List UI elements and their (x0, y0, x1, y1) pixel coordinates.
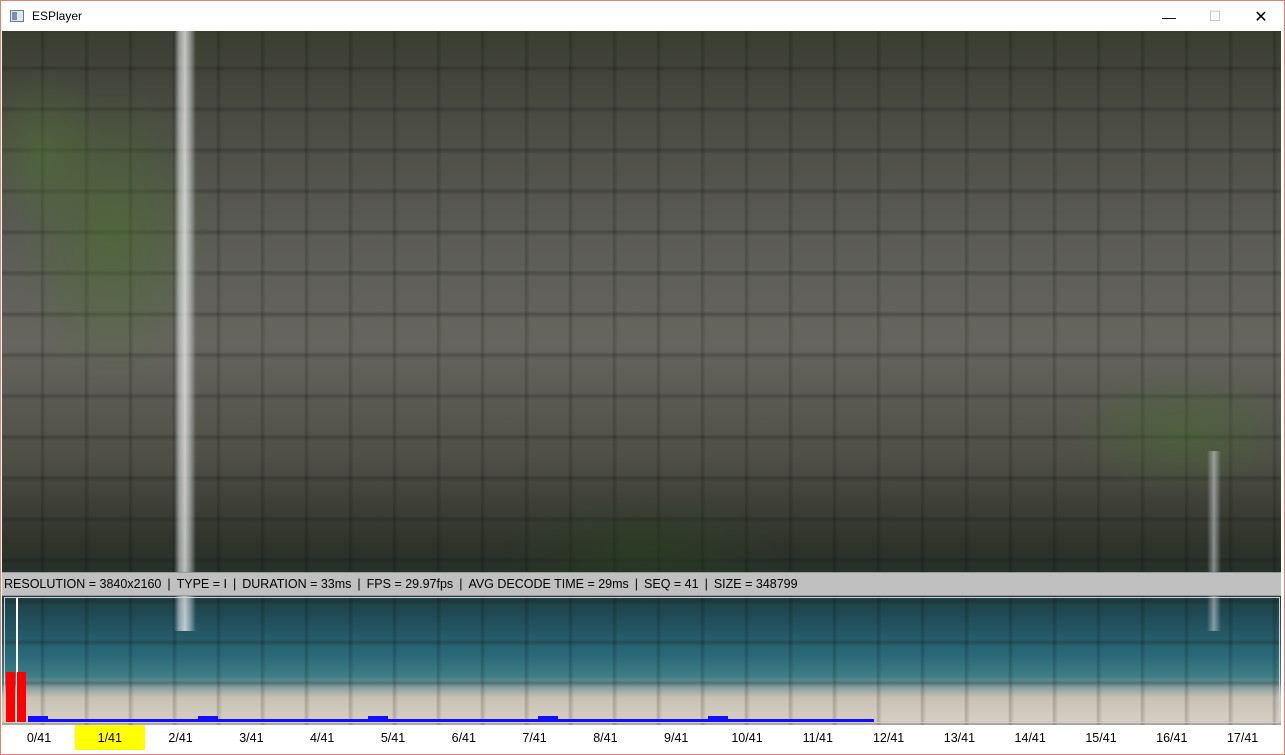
frame-size-graph[interactable] (4, 597, 1280, 723)
p-frame-peak (708, 716, 728, 722)
timeline-label[interactable]: 17/41 (1208, 725, 1278, 750)
maximize-button[interactable]: ☐ (1192, 1, 1238, 32)
separator: | (233, 577, 237, 591)
timeline-label[interactable]: 0/41 (4, 725, 74, 750)
timeline-label[interactable]: 1/41 (74, 725, 145, 750)
separator: | (459, 577, 463, 591)
timeline-label[interactable]: 8/41 (570, 725, 640, 750)
seq-text: SEQ = 41 (644, 577, 699, 591)
resolution-text: RESOLUTION = 3840x2160 (4, 577, 162, 591)
type-text: TYPE = I (176, 577, 227, 591)
p-frame-baseline (28, 719, 874, 722)
avg-decode-text: AVG DECODE TIME = 29ms (468, 577, 629, 591)
separator: | (167, 577, 171, 591)
i-frame-bar (6, 672, 15, 722)
fps-text: FPS = 29.97fps (366, 577, 454, 591)
p-frame-peak (198, 716, 218, 722)
timeline-label[interactable]: 7/41 (500, 725, 570, 750)
p-frame-peak (28, 716, 48, 722)
i-frame-bar (17, 672, 26, 722)
stream-info-bar: RESOLUTION = 3840x2160 | TYPE = I | DURATION… (2, 572, 1281, 596)
app-icon (10, 10, 24, 22)
timeline-label[interactable]: 16/41 (1137, 725, 1207, 750)
waterfall-overlay (174, 31, 196, 631)
timeline-label[interactable]: 13/41 (924, 725, 994, 750)
timeline-label[interactable]: 9/41 (641, 725, 711, 750)
timeline-label[interactable]: 5/41 (358, 725, 428, 750)
timeline-label[interactable]: 14/41 (995, 725, 1065, 750)
size-text: SIZE = 348799 (713, 577, 798, 591)
timeline-label[interactable]: 15/41 (1066, 725, 1136, 750)
separator: | (357, 577, 361, 591)
p-frame-peak (368, 716, 388, 722)
timeline-label[interactable]: 12/41 (854, 725, 924, 750)
timeline-label[interactable]: 2/41 (146, 725, 216, 750)
close-button[interactable]: ✕ (1238, 1, 1284, 32)
timeline-label[interactable]: 4/41 (287, 725, 357, 750)
timeline-label[interactable]: 10/41 (712, 725, 782, 750)
window-title: ESPlayer (32, 9, 83, 23)
separator: | (634, 577, 639, 591)
duration-text: DURATION = 33ms (242, 577, 352, 591)
minimize-button[interactable]: — (1146, 1, 1192, 32)
title-bar[interactable]: ESPlayer — ☐ ✕ (1, 1, 1284, 32)
timeline-label[interactable]: 11/41 (783, 725, 853, 750)
separator: | (704, 577, 708, 591)
timeline-label[interactable]: 3/41 (216, 725, 286, 750)
p-frame-peak (538, 716, 558, 722)
timeline-label[interactable]: 6/41 (429, 725, 499, 750)
